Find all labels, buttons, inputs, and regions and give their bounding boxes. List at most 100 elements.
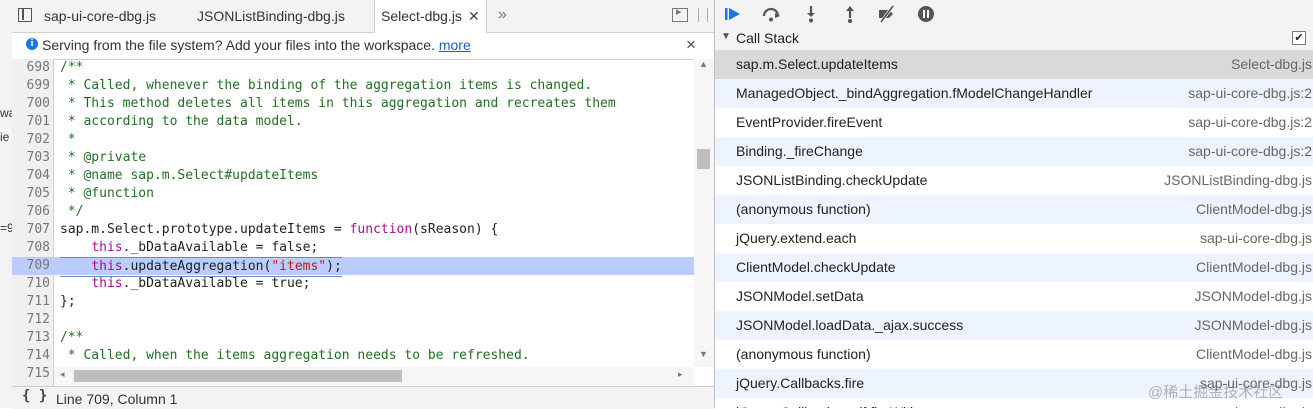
code-line[interactable]: 713 /** bbox=[12, 329, 694, 347]
code-token: * This method deletes all items in this … bbox=[60, 96, 616, 111]
frame-function: Binding._fireChange bbox=[736, 143, 863, 159]
code-line[interactable]: 700 * This method deletes all items in t… bbox=[12, 95, 694, 113]
call-frame[interactable]: jQuery.extend.each sap-ui-core-dbg.js bbox=[715, 224, 1313, 253]
line-number[interactable]: 710 bbox=[12, 275, 50, 293]
frame-function: ManagedObject._bindAggregation.fModelCha… bbox=[736, 85, 1093, 101]
call-frame[interactable]: ManagedObject._bindAggregation.fModelCha… bbox=[715, 79, 1313, 108]
scroll-thumb[interactable] bbox=[74, 370, 402, 382]
line-number[interactable]: 707 bbox=[12, 221, 50, 239]
code-text: * @name sap.m.Select#updateItems bbox=[60, 167, 318, 185]
code-line[interactable]: 703 * @private bbox=[12, 149, 694, 167]
scroll-right-icon[interactable]: ▸ bbox=[678, 369, 683, 380]
more-link[interactable]: more bbox=[439, 37, 471, 53]
tab-select-dbg[interactable]: Select-dbg.js ✕ bbox=[374, 0, 487, 33]
call-frame[interactable]: Binding._fireChange sap-ui-core-dbg.js:2 bbox=[715, 137, 1313, 166]
frame-location-link[interactable]: Select-dbg.js bbox=[1231, 50, 1312, 79]
frame-location-link[interactable]: JSONModel-dbg.js bbox=[1195, 282, 1313, 311]
line-number[interactable]: 704 bbox=[12, 167, 50, 185]
call-frame[interactable]: (anonymous function) ClientModel-dbg.js bbox=[715, 340, 1313, 369]
line-number[interactable]: 709 bbox=[12, 257, 50, 275]
line-number[interactable]: 708 bbox=[12, 239, 50, 257]
scroll-left-icon[interactable]: ◂ bbox=[60, 369, 65, 380]
line-number[interactable]: 706 bbox=[12, 203, 50, 221]
toggle-debugger-icon[interactable] bbox=[672, 5, 688, 22]
frame-function: JSONListBinding.checkUpdate bbox=[736, 172, 928, 188]
async-checkbox[interactable]: ✔ bbox=[1292, 31, 1306, 45]
call-frame[interactable]: JSONModel.loadData._ajax.success JSONMode… bbox=[715, 311, 1313, 340]
vertical-scrollbar[interactable]: ▲ ▼ bbox=[694, 59, 714, 367]
frame-location-link[interactable]: sap-ui-core-dbg.js:2 bbox=[1188, 79, 1312, 108]
tab-jsonlistbinding[interactable]: JSONListBinding-dbg.js bbox=[197, 0, 345, 32]
debugger-toolbar bbox=[715, 0, 1313, 29]
code-line[interactable]: 699 * Called, whenever the binding of th… bbox=[12, 77, 694, 95]
step-into-icon[interactable] bbox=[801, 4, 821, 24]
code-line[interactable]: 704 * @name sap.m.Select#updateItems bbox=[12, 167, 694, 185]
step-out-icon[interactable] bbox=[840, 4, 860, 24]
toggle-navigator-icon[interactable] bbox=[18, 8, 32, 22]
frame-function: JSONModel.loadData._ajax.success bbox=[736, 317, 964, 333]
more-tabs-icon[interactable]: » bbox=[498, 0, 507, 30]
code-line[interactable]: 707 sap.m.Select.prototype.updateItems = … bbox=[12, 221, 694, 239]
call-frame[interactable]: (anonymous function) ClientModel-dbg.js bbox=[715, 195, 1313, 224]
call-stack-header[interactable]: ▼ Call Stack ✔ bbox=[715, 28, 1313, 51]
tab-sap-ui-core[interactable]: sap-ui-core-dbg.js bbox=[44, 0, 156, 32]
call-frame[interactable]: ClientModel.checkUpdate ClientModel-dbg.j… bbox=[715, 253, 1313, 282]
frame-location-link[interactable]: ClientModel-dbg.js bbox=[1196, 195, 1312, 224]
frame-function: jQuery.extend.each bbox=[736, 230, 857, 246]
frame-location-link[interactable]: ClientModel-dbg.js bbox=[1196, 340, 1312, 369]
scroll-up-icon[interactable]: ▲ bbox=[699, 59, 708, 69]
debugger-sidebar: ▼ Call Stack ✔ sap.m.Select.updateItems S… bbox=[714, 0, 1313, 408]
code-line-paused[interactable]: 709 this.updateAggregation("items"); bbox=[12, 257, 694, 277]
call-frame[interactable]: JSONListBinding.checkUpdate JSONListBindi… bbox=[715, 166, 1313, 195]
line-number[interactable]: 711 bbox=[12, 293, 50, 311]
scroll-thumb[interactable] bbox=[697, 149, 710, 169]
code-token: * Called, whenever the binding of the ag… bbox=[60, 78, 593, 93]
code-area[interactable]: 698 /** 699 * Called, whenever the binding… bbox=[12, 59, 714, 386]
collapse-triangle-icon[interactable]: ▼ bbox=[721, 31, 731, 42]
code-line[interactable]: 708 this._bDataAvailable = false; bbox=[12, 239, 694, 257]
pause-on-exceptions-icon[interactable] bbox=[916, 4, 936, 24]
frame-location-link[interactable]: ClientModel-dbg.js bbox=[1196, 253, 1312, 282]
call-frame[interactable]: sap.m.Select.updateItems Select-dbg.js bbox=[715, 50, 1313, 79]
code-line[interactable]: 698 /** bbox=[12, 59, 694, 77]
horizontal-scrollbar[interactable]: ◂ ▸ bbox=[54, 367, 694, 385]
line-number[interactable]: 715 bbox=[12, 365, 50, 383]
code-line[interactable]: 705 * @function bbox=[12, 185, 694, 203]
call-frame[interactable]: EventProvider.fireEvent sap-ui-core-dbg.j… bbox=[715, 108, 1313, 137]
code-line[interactable]: 712 bbox=[12, 311, 694, 329]
frame-location-link[interactable]: sap-ui-core-dbg.js:2 bbox=[1188, 108, 1312, 137]
code-line[interactable]: 706 */ bbox=[12, 203, 694, 221]
frame-location-link[interactable]: sap-ui-core-dbg.js:2 bbox=[1188, 137, 1312, 166]
line-number[interactable]: 703 bbox=[12, 149, 50, 167]
line-number[interactable]: 702 bbox=[12, 131, 50, 149]
frame-location-link[interactable]: JSONModel-dbg.js bbox=[1195, 311, 1313, 340]
line-number[interactable]: 700 bbox=[12, 95, 50, 113]
line-number[interactable]: 713 bbox=[12, 329, 50, 347]
frame-location-link[interactable]: JSONListBinding-dbg.js bbox=[1164, 166, 1312, 195]
cursor-position: Line 709, Column 1 bbox=[56, 391, 178, 407]
scroll-down-icon[interactable]: ▼ bbox=[699, 349, 708, 359]
code-text: this._bDataAvailable = true; bbox=[60, 275, 310, 293]
call-frame[interactable]: JSONModel.setData JSONModel-dbg.js bbox=[715, 282, 1313, 311]
code-line[interactable]: 711}; bbox=[12, 293, 694, 311]
line-number[interactable]: 698 bbox=[12, 59, 50, 77]
code-line[interactable]: 702 * bbox=[12, 131, 694, 149]
code-line[interactable]: 701 * according to the data model. bbox=[12, 113, 694, 131]
step-over-icon[interactable] bbox=[761, 4, 781, 24]
frame-location-link[interactable]: sap-ui-core-dbg.js bbox=[1200, 224, 1312, 253]
line-number[interactable]: 712 bbox=[12, 311, 50, 329]
code-line[interactable]: 714 * Called, when the items aggregation… bbox=[12, 347, 694, 365]
resume-icon[interactable] bbox=[723, 4, 743, 24]
deactivate-breakpoints-icon[interactable] bbox=[877, 4, 897, 24]
line-number[interactable]: 705 bbox=[12, 185, 50, 203]
code-line[interactable]: 710 this._bDataAvailable = true; bbox=[12, 275, 694, 293]
close-tab-icon[interactable]: ✕ bbox=[468, 8, 480, 24]
close-infobar-icon[interactable]: × bbox=[686, 35, 696, 55]
line-number[interactable]: 701 bbox=[12, 113, 50, 131]
line-number[interactable]: 699 bbox=[12, 77, 50, 95]
frame-function: jQuery.Callbacks.fire bbox=[736, 375, 865, 391]
code-text: /** bbox=[60, 329, 83, 347]
line-number[interactable]: 714 bbox=[12, 347, 50, 365]
pretty-print-button[interactable]: { } bbox=[22, 388, 47, 404]
call-stack-title: Call Stack bbox=[736, 30, 800, 46]
